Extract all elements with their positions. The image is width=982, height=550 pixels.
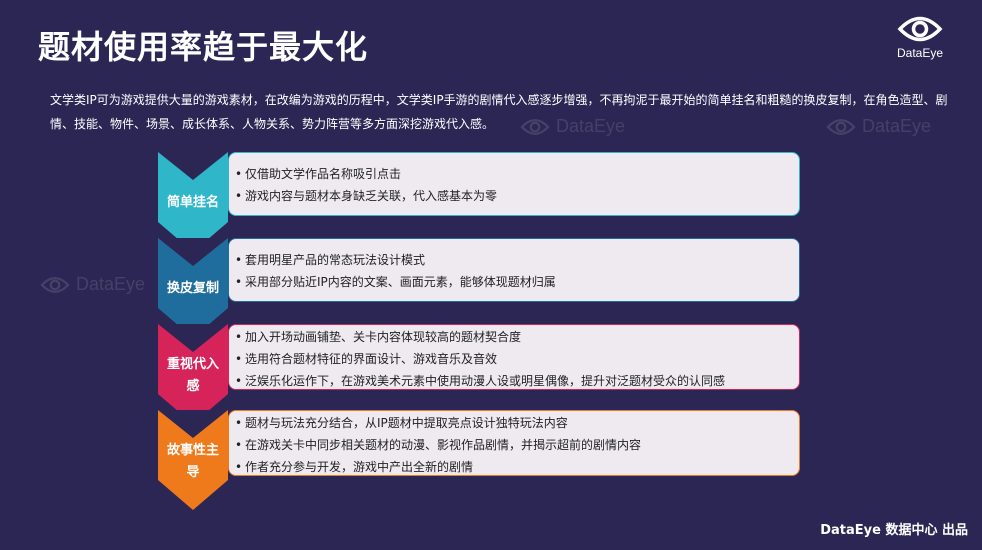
step-label: 故事性主导 <box>166 443 219 480</box>
bullet-item: • 加入开场动画铺垫、关卡内容体现较高的题材契合度 <box>235 330 522 344</box>
step-immersion: • 加入开场动画铺垫、关卡内容体现较高的题材契合度 • 选用符合题材特征的界面设计、… <box>158 324 800 424</box>
bullet-item: • 仅借助文学作品名称吸引点击 <box>235 167 402 181</box>
step-label: 简单挂名 <box>166 195 219 210</box>
step-content-box: • 题材与玩法充分结合，从IP题材中提取亮点设计独特玩法内容 • 在游戏关卡中同步相… <box>228 410 800 476</box>
watermark-text: DataEye <box>76 274 146 294</box>
eye-icon <box>40 276 70 293</box>
bullet-item: • 题材与玩法充分结合，从IP题材中提取亮点设计独特玩法内容 <box>235 416 568 430</box>
step-content-box: • 加入开场动画铺垫、关卡内容体现较高的题材契合度 • 选用符合题材特征的界面设计、… <box>228 324 800 390</box>
step-content-box: • 套用明星产品的常态玩法设计模式 • 采用部分贴近IP内容的文案、画面元素，能够体… <box>228 238 800 302</box>
step-label: 换皮复制 <box>166 281 219 296</box>
step-story-driven: • 题材与玩法充分结合，从IP题材中提取亮点设计独特玩法内容 • 在游戏关卡中同步相… <box>158 410 800 510</box>
bullet-item: • 作者充分参与开发，游戏中产出全新的剧情 <box>235 460 474 474</box>
bullet-item: • 选用符合题材特征的界面设计、游戏音乐及音效 <box>235 352 498 366</box>
step-reskin-copy: • 套用明星产品的常态玩法设计模式 • 采用部分贴近IP内容的文案、画面元素，能够体… <box>158 238 800 338</box>
watermark-text: DataEye <box>556 116 626 136</box>
dataeye-logo: DataEye <box>880 14 960 60</box>
step-simple-naming: • 仅借助文学作品名称吸引点击 • 游戏内容与题材本身缺乏关联，代入感基本为零 简单… <box>158 152 800 252</box>
step-content-box: • 仅借助文学作品名称吸引点击 • 游戏内容与题材本身缺乏关联，代入感基本为零 <box>228 152 800 216</box>
bullet-item: • 泛娱乐化运作下，在游戏美术元素中使用动漫人设或明星偶像，提升对泛题材受众的认同… <box>235 374 726 388</box>
step-chevron: 简单挂名 <box>158 152 228 252</box>
bullet-item: • 套用明星产品的常态玩法设计模式 <box>235 253 426 267</box>
step-chevron: 重视代入感 <box>158 324 228 424</box>
watermark: DataEye <box>40 274 145 295</box>
watermark: DataEye <box>520 116 625 137</box>
bullet-item: • 采用部分贴近IP内容的文案、画面元素，能够体现题材归属 <box>235 275 556 289</box>
step-chevron: 换皮复制 <box>158 238 228 338</box>
eye-icon <box>897 16 943 42</box>
intro-paragraph: 文学类IP可为游戏提供大量的游戏素材，在改编为游戏的历程中，文学类IP手游的剧情… <box>50 93 948 131</box>
eye-icon <box>520 118 550 135</box>
bullet-item: • 在游戏关卡中同步相关题材的动漫、影视作品剧情，并揭示超前的剧情内容 <box>235 438 642 452</box>
step-chevron: 故事性主导 <box>158 410 228 510</box>
page-title: 题材使用率趋于最大化 <box>38 28 369 66</box>
logo-text: DataEye <box>896 46 944 60</box>
footer-credit: DataEye 数据中心 出品 <box>820 523 968 538</box>
eye-icon <box>826 118 856 135</box>
watermark: DataEye <box>826 116 931 137</box>
bullet-item: • 游戏内容与题材本身缺乏关联，代入感基本为零 <box>235 189 498 203</box>
step-label: 重视代入感 <box>166 357 219 394</box>
watermark-text: DataEye <box>862 116 932 136</box>
